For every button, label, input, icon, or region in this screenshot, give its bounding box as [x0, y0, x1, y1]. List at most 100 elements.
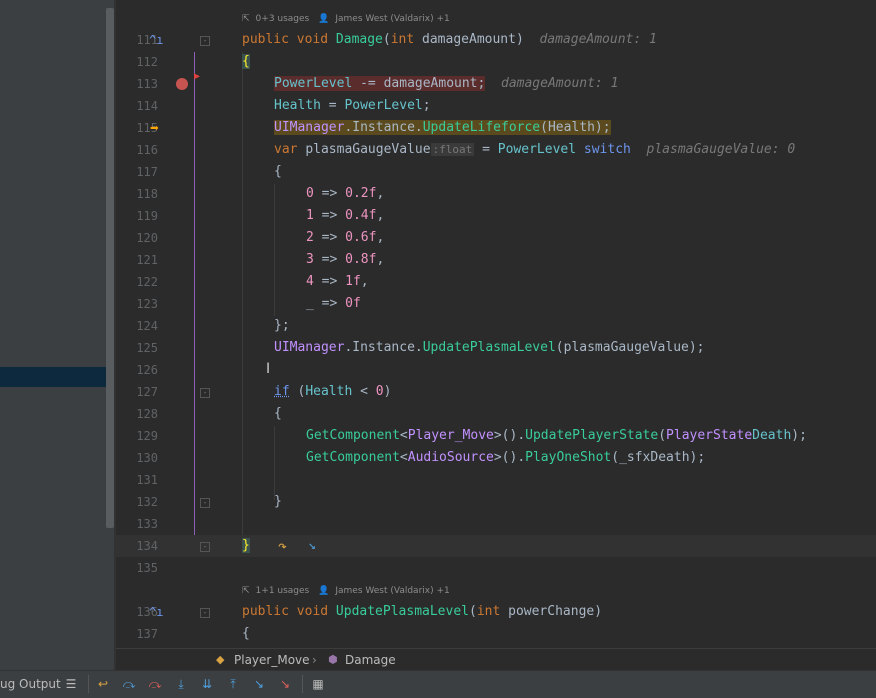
line-number: 132 — [136, 495, 158, 509]
code-line[interactable]: 113 ▶ PowerLevel -= damageAmount; damage… — [116, 71, 876, 95]
debug-output-tab[interactable]: ug Output — [0, 671, 61, 698]
code-line[interactable]: 126 I — [116, 359, 876, 381]
selected-tree-row[interactable] — [0, 367, 116, 387]
line-number: 137 — [136, 627, 158, 641]
step-into-my-code-icon[interactable]: ⇊ — [198, 675, 216, 693]
execution-point-icon: ➡ — [150, 119, 160, 137]
usages-icon: ⇱ — [242, 586, 250, 596]
override-icon[interactable]: ^ı — [149, 29, 163, 51]
breadcrumb-class[interactable]: Player_Move — [234, 649, 310, 671]
usages-icon: ⇱ — [242, 14, 250, 24]
text-cursor-icon: I — [266, 361, 271, 377]
debug-toolbar: ug Output ☰ ↩ ⤼ ⤼ ⤓ ⇊ ⤒ ↘ ↘ ▦ — [0, 670, 876, 698]
code-line[interactable]: 114 Health = PowerLevel; — [116, 95, 876, 117]
chevron-right-icon: › — [312, 653, 317, 667]
code-line[interactable]: 112 { — [116, 51, 876, 73]
step-into-icon[interactable]: ⤓ — [172, 675, 190, 693]
code-line[interactable]: 137 { — [116, 623, 876, 645]
code-line[interactable]: 127 - if (Health < 0) — [116, 381, 876, 403]
code-line[interactable]: 120 2 => 0.6f, — [116, 227, 876, 249]
breakpoint-icon[interactable] — [176, 78, 188, 90]
code-line[interactable]: 129 GetComponent<Player_Move>().UpdatePl… — [116, 425, 876, 447]
line-number: 126 — [136, 363, 158, 377]
line-number: 134 — [136, 539, 158, 553]
code-vision-annotation[interactable]: ⇱ 1+1 usages 👤 James West (Valdarix) +1 — [242, 582, 456, 600]
fold-icon[interactable]: - — [200, 388, 210, 398]
class-icon: ◆ — [216, 653, 225, 666]
force-run-to-cursor-icon[interactable]: ↘ — [276, 675, 294, 693]
line-number: 118 — [136, 187, 158, 201]
code-line[interactable]: 136 ^ı - public void UpdatePlasmaLevel(i… — [116, 601, 876, 623]
left-panel — [0, 0, 116, 670]
line-number: 128 — [136, 407, 158, 421]
method-icon: ⬢ — [328, 653, 338, 666]
step-over-icon[interactable]: ⤼ — [120, 675, 138, 693]
code-line[interactable]: 121 3 => 0.8f, — [116, 249, 876, 271]
line-number: 133 — [136, 517, 158, 531]
line-number: 113 — [136, 77, 158, 91]
usages-count[interactable]: 1+1 usages — [256, 586, 310, 596]
line-number: 119 — [136, 209, 158, 223]
inlay-hint: damageAmount: 1 — [539, 32, 657, 47]
code-line[interactable]: 131 — [116, 469, 876, 491]
inlay-hint: damageAmount: 1 — [501, 76, 619, 91]
line-number: 114 — [136, 99, 158, 113]
code-line[interactable]: 115 ➡ UIManager.Instance.UpdateLifeforce… — [116, 117, 876, 139]
fold-icon[interactable]: - — [200, 36, 210, 46]
line-number: 117 — [136, 165, 158, 179]
code-line[interactable]: 118 0 => 0.2f, — [116, 183, 876, 205]
code-line[interactable]: 124 }; — [116, 315, 876, 337]
toolbar-separator — [88, 675, 89, 693]
type-hint: :float — [430, 143, 475, 156]
code-line[interactable]: 122 4 => 1f, — [116, 271, 876, 293]
code-line[interactable]: 128 { — [116, 403, 876, 425]
fold-icon[interactable]: - — [200, 498, 210, 508]
code-line[interactable]: 133 — [116, 513, 876, 535]
evaluate-expression-icon[interactable]: ▦ — [309, 675, 327, 693]
code-editor[interactable]: ⇱ 0+3 usages 👤 James West (Valdarix) +1 11… — [116, 0, 876, 648]
code-line[interactable]: 111 ^ı - public void Damage(int damageAm… — [116, 29, 876, 51]
line-number: 124 — [136, 319, 158, 333]
usages-count[interactable]: 0+3 usages — [256, 14, 310, 24]
step-over-icon[interactable]: ↷ — [278, 535, 287, 557]
step-out-icon[interactable]: ⤒ — [224, 675, 242, 693]
author-icon: 👤 — [318, 14, 330, 24]
toolbar-separator — [302, 675, 303, 693]
flag-icon: ▶ — [194, 71, 201, 82]
line-number: 131 — [136, 473, 158, 487]
code-line[interactable]: 119 1 => 0.4f, — [116, 205, 876, 227]
author-icon: 👤 — [318, 586, 330, 596]
menu-icon[interactable]: ☰ — [62, 675, 80, 693]
code-line[interactable]: 125 UIManager.Instance.UpdatePlasmaLevel… — [116, 337, 876, 359]
line-number: 123 — [136, 297, 158, 311]
line-number: 121 — [136, 253, 158, 267]
author-label[interactable]: James West (Valdarix) +1 — [335, 586, 449, 596]
code-line[interactable]: 132 - } — [116, 491, 876, 513]
fold-icon[interactable]: - — [200, 542, 210, 552]
line-number: 127 — [136, 385, 158, 399]
line-number: 112 — [136, 55, 158, 69]
code-line[interactable]: 116 var plasmaGaugeValue:float = PowerLe… — [116, 139, 876, 161]
author-label[interactable]: James West (Valdarix) +1 — [335, 14, 449, 24]
line-number: 125 — [136, 341, 158, 355]
fold-icon[interactable]: - — [200, 608, 210, 618]
code-line[interactable]: 130 GetComponent<AudioSource>().PlayOneS… — [116, 447, 876, 469]
override-icon[interactable]: ^ı — [149, 601, 163, 623]
code-line[interactable]: 134 - } ↷ ↘ — [116, 535, 876, 557]
left-panel-scrollbar[interactable] — [106, 8, 114, 528]
code-line[interactable]: 117 { — [116, 161, 876, 183]
line-number: 130 — [136, 451, 158, 465]
run-to-cursor-icon[interactable]: ↘ — [308, 535, 316, 557]
breadcrumb-method[interactable]: Damage — [345, 649, 396, 671]
line-number: 122 — [136, 275, 158, 289]
line-number: 120 — [136, 231, 158, 245]
code-line[interactable]: 123 _ => 0f — [116, 293, 876, 315]
code-line[interactable]: 135 — [116, 557, 876, 579]
force-step-over-icon[interactable]: ⤼ — [146, 675, 164, 693]
show-execution-point-icon[interactable]: ↩ — [94, 675, 112, 693]
code-vision-annotation[interactable]: ⇱ 0+3 usages 👤 James West (Valdarix) +1 — [242, 10, 456, 28]
line-number: 135 — [136, 561, 158, 575]
breadcrumb: ◆ Player_Move › ⬢ Damage — [116, 648, 876, 671]
inlay-hint: plasmaGaugeValue: 0 — [646, 142, 796, 157]
run-to-cursor-icon[interactable]: ↘ — [250, 675, 268, 693]
